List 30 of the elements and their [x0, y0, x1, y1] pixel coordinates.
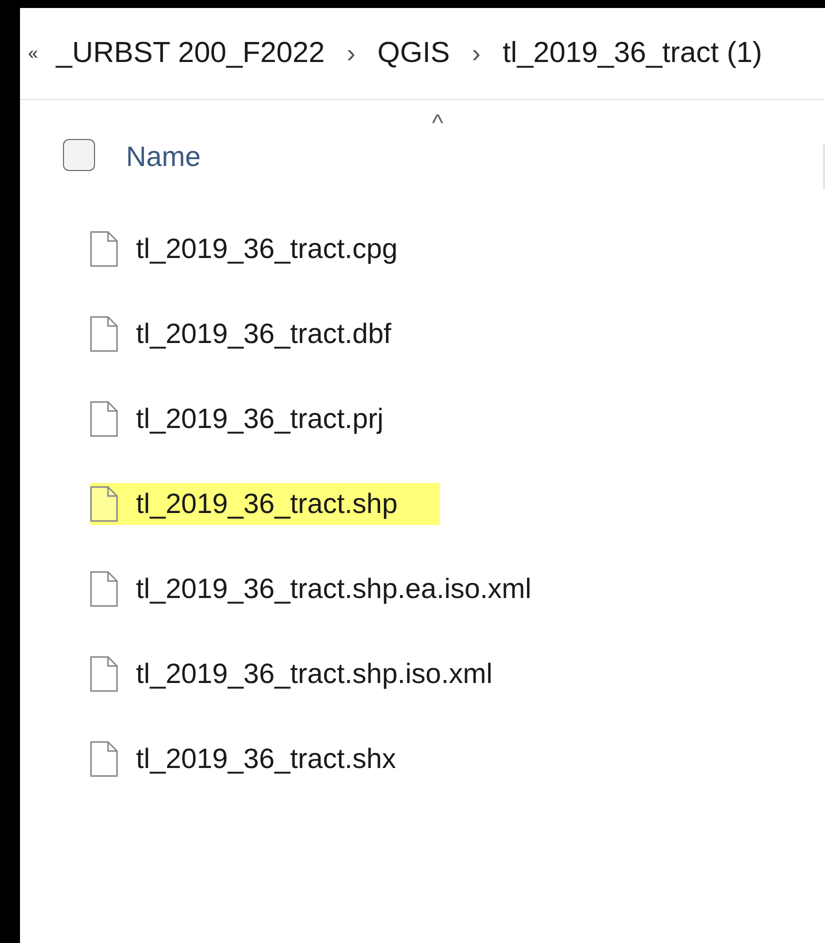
highlighted-file-row[interactable]: tl_2019_36_tract.shp: [90, 483, 440, 525]
file-row[interactable]: tl_2019_36_tract.cpg: [90, 228, 825, 270]
file-icon: [90, 656, 118, 692]
separator-chevron: ›: [472, 38, 481, 69]
file-row[interactable]: tl_2019_36_tract.shp.iso.xml: [90, 653, 825, 695]
file-name: tl_2019_36_tract.dbf: [136, 318, 392, 350]
file-icon: [90, 486, 118, 522]
file-icon: [90, 316, 118, 352]
file-icon: [90, 401, 118, 437]
file-icon: [90, 231, 118, 267]
file-row[interactable]: tl_2019_36_tract.prj: [90, 398, 825, 440]
file-name: tl_2019_36_tract.shx: [136, 743, 396, 775]
select-all-checkbox[interactable]: [63, 139, 95, 171]
file-icon: [90, 741, 118, 777]
file-row[interactable]: tl_2019_36_tract.shp.ea.iso.xml: [90, 568, 825, 610]
file-name: tl_2019_36_tract.shp.ea.iso.xml: [136, 573, 532, 605]
file-row[interactable]: tl_2019_36_tract.dbf: [90, 313, 825, 355]
file-row[interactable]: tl_2019_36_tract.shx: [90, 738, 825, 780]
column-header[interactable]: Name: [126, 141, 201, 173]
breadcrumb-item[interactable]: _URBST 200_F2022: [56, 37, 325, 70]
separator-chevron: ›: [346, 38, 356, 69]
file-icon: [90, 571, 118, 607]
overflow-chevron[interactable]: «: [28, 43, 38, 64]
sort-indicator: ^: [432, 110, 444, 138]
file-name: tl_2019_36_tract.shp: [136, 488, 398, 520]
breadcrumb-item[interactable]: tl_2019_36_tract (1): [502, 37, 762, 70]
file-name: tl_2019_36_tract.cpg: [136, 233, 398, 265]
file-name: tl_2019_36_tract.shp.iso.xml: [136, 658, 492, 690]
breadcrumb-item[interactable]: QGIS: [377, 37, 450, 70]
file-name: tl_2019_36_tract.prj: [136, 403, 384, 435]
